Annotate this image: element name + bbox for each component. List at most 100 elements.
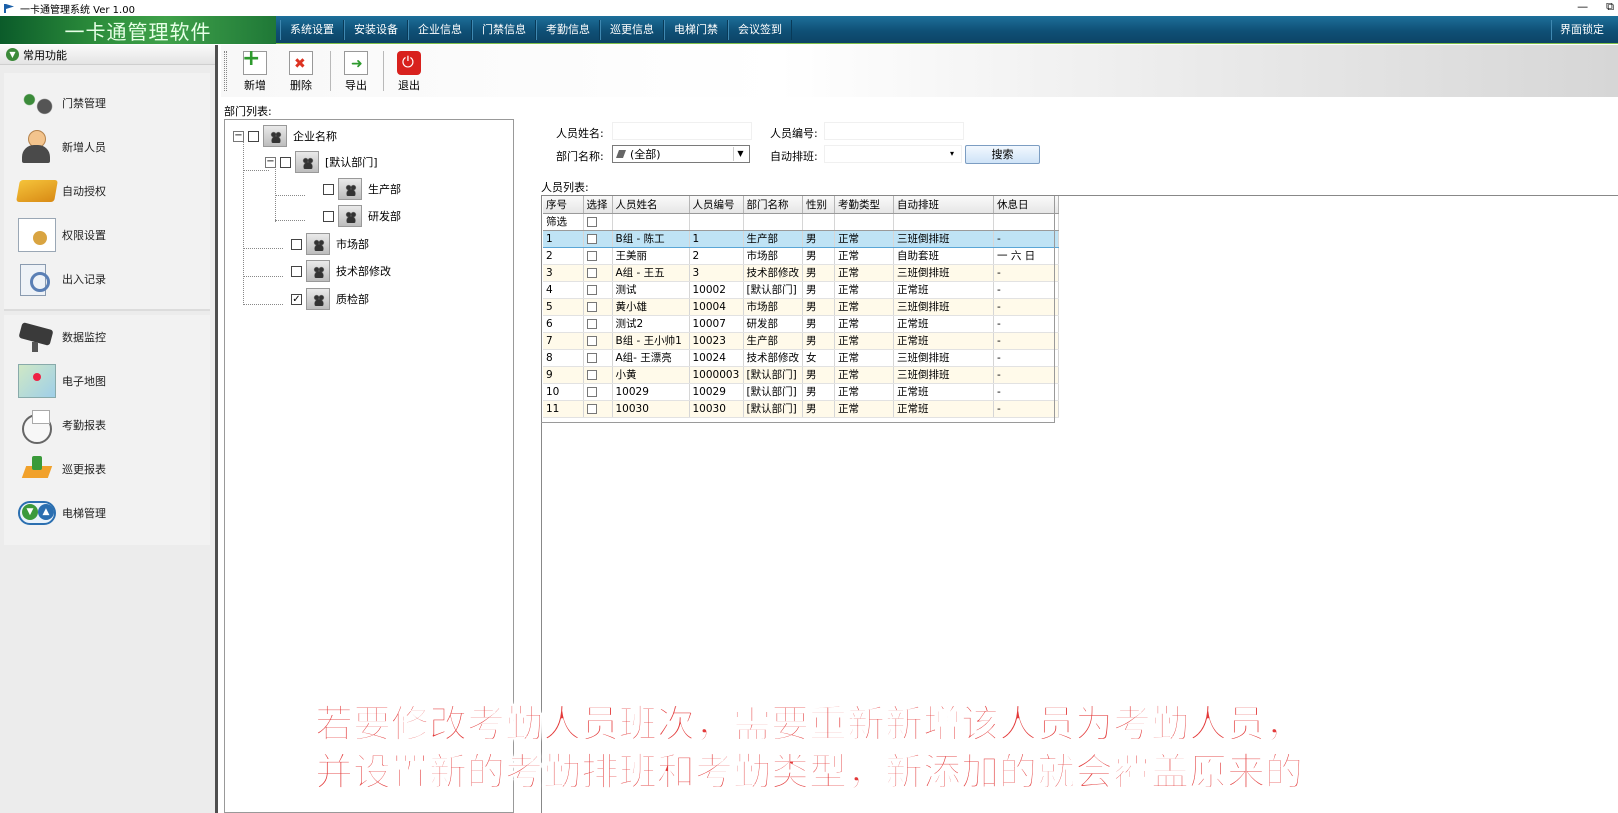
sidebar-item-e-map[interactable]: 电子地图 <box>4 359 210 403</box>
col-header-gender[interactable]: 性别 <box>802 196 835 214</box>
col-header-rest-day[interactable]: 休息日 <box>993 196 1059 214</box>
table-row[interactable]: 11 10030 10030 [默认部门] 男正常 正常班 - <box>543 400 1059 418</box>
filter-checkbox[interactable] <box>586 216 597 227</box>
tree-checkbox[interactable] <box>323 183 334 195</box>
export-button[interactable]: 导出 <box>334 49 378 95</box>
filter-cell[interactable] <box>743 213 803 231</box>
table-row[interactable]: 2 王美丽 2 市场部男正常 自助套班一 六 日 <box>543 247 1059 265</box>
lock-interface-button[interactable]: 界面锁定 <box>1551 20 1612 40</box>
dept-select[interactable]: (全部) ▼ <box>612 145 750 163</box>
search-button[interactable]: 搜索 <box>965 145 1040 164</box>
row-checkbox[interactable] <box>586 284 597 295</box>
cell-select[interactable] <box>583 315 613 333</box>
tree-node-tech[interactable]: 技术部修改 <box>291 260 391 282</box>
tree-node-qc[interactable]: ✓ 质检部 <box>291 288 369 310</box>
col-header-auto-shift[interactable]: 自动排班 <box>893 196 994 214</box>
minimize-button[interactable]: — <box>1577 0 1588 14</box>
sidebar-item-attendance-report[interactable]: 考勤报表 <box>4 403 210 447</box>
cell-select[interactable] <box>583 229 613 248</box>
tree-node-root[interactable]: − 企业名称 <box>233 125 337 147</box>
cell-select[interactable] <box>583 247 613 265</box>
col-header-id[interactable]: 人员编号 <box>689 196 744 214</box>
table-row[interactable]: 6 测试2 10007 研发部男正常 正常班 - <box>543 315 1059 333</box>
sidebar-item-permission[interactable]: 权限设置 <box>4 213 210 257</box>
cell-select[interactable] <box>583 383 613 401</box>
cell-select[interactable] <box>583 281 613 299</box>
menu-elevator-access[interactable]: 电梯门禁 <box>664 20 728 40</box>
sidebar-header[interactable]: ▼ 常用功能 <box>0 45 215 65</box>
menu-patrol-info[interactable]: 巡更信息 <box>600 20 664 40</box>
shift-select[interactable]: ▾ <box>824 145 962 163</box>
row-checkbox[interactable] <box>586 250 597 261</box>
col-header-attendance-type[interactable]: 考勤类型 <box>834 196 894 214</box>
tree-node-production[interactable]: 生产部 <box>323 178 401 200</box>
menu-meeting-signin[interactable]: 会议签到 <box>728 20 792 40</box>
tree-checkbox-checked[interactable]: ✓ <box>291 293 302 305</box>
col-header-dept[interactable]: 部门名称 <box>743 196 803 214</box>
tree-checkbox[interactable] <box>248 130 259 142</box>
col-header-select[interactable]: 选择 <box>583 196 613 214</box>
col-header-name[interactable]: 人员姓名 <box>612 196 690 214</box>
cell-select[interactable] <box>583 349 613 367</box>
restore-button[interactable]: ⧉ <box>1606 0 1614 14</box>
exit-button[interactable]: 退出 <box>387 49 431 95</box>
row-checkbox[interactable] <box>586 369 597 380</box>
sidebar-item-door-control[interactable]: 门禁管理 <box>4 81 210 125</box>
menu-attendance-info[interactable]: 考勤信息 <box>536 20 600 40</box>
collapse-node-icon[interactable]: − <box>265 156 276 168</box>
filter-cell[interactable] <box>993 213 1059 231</box>
table-row[interactable]: 7 B组 - 王小帅1 10023 生产部男正常 正常班 - <box>543 332 1059 350</box>
filter-cell[interactable] <box>834 213 894 231</box>
row-checkbox[interactable] <box>586 335 597 346</box>
row-checkbox[interactable] <box>586 352 597 363</box>
add-button[interactable]: 新增 <box>233 46 277 95</box>
sidebar-item-data-monitor[interactable]: 数据监控 <box>4 315 210 359</box>
sidebar-item-elevator[interactable]: 电梯管理 <box>4 491 210 535</box>
filter-select-cell[interactable] <box>583 213 613 231</box>
tree-checkbox[interactable] <box>291 265 302 277</box>
tree-node-market[interactable]: 市场部 <box>291 233 369 255</box>
row-checkbox[interactable] <box>586 233 597 244</box>
id-input[interactable] <box>824 122 964 140</box>
table-row[interactable]: 10 10029 10029 [默认部门] 男正常 正常班 - <box>543 383 1059 401</box>
filter-cell[interactable] <box>689 213 744 231</box>
row-checkbox[interactable] <box>586 318 597 329</box>
tree-checkbox[interactable] <box>291 238 302 250</box>
filter-cell[interactable] <box>802 213 835 231</box>
name-input[interactable] <box>612 122 752 140</box>
menu-install-device[interactable]: 安装设备 <box>344 20 408 40</box>
tree-checkbox[interactable] <box>323 210 334 222</box>
sidebar-item-patrol-report[interactable]: 巡更报表 <box>4 447 210 491</box>
table-row[interactable]: 1 B组 - 陈工 1 生产部男正常 三班倒排班 - <box>543 229 1059 248</box>
delete-button[interactable]: 删除 <box>279 49 323 95</box>
table-row[interactable]: 9 小黄 1000003 [默认部门] 男正常 三班倒排班 - <box>543 366 1059 384</box>
filter-cell[interactable] <box>893 213 994 231</box>
sidebar-item-auto-authorize[interactable]: 自动授权 <box>4 169 210 213</box>
chevron-down-icon[interactable]: ▾ <box>945 147 959 161</box>
table-row[interactable]: 8 A组- 王漂亮 10024 技术部修改女正常 三班倒排班 - <box>543 349 1059 367</box>
tree-node-default-dept[interactable]: − [默认部门] <box>265 151 378 173</box>
table-row[interactable]: 5 黄小雄 10004 市场部男正常 三班倒排班 - <box>543 298 1059 316</box>
cell-select[interactable] <box>583 400 613 418</box>
menu-system-settings[interactable]: 系统设置 <box>280 20 344 40</box>
menu-access-info[interactable]: 门禁信息 <box>472 20 536 40</box>
row-checkbox[interactable] <box>586 301 597 312</box>
collapse-icon[interactable]: ▼ <box>6 48 19 61</box>
cell-select[interactable] <box>583 298 613 316</box>
row-checkbox[interactable] <box>586 386 597 397</box>
chevron-down-icon[interactable]: ▼ <box>733 147 747 161</box>
tree-node-rnd[interactable]: 研发部 <box>323 205 401 227</box>
collapse-node-icon[interactable]: − <box>233 130 244 142</box>
menu-company-info[interactable]: 企业信息 <box>408 20 472 40</box>
row-checkbox[interactable] <box>586 403 597 414</box>
filter-cell[interactable] <box>612 213 690 231</box>
toolbar-grip[interactable] <box>224 51 227 91</box>
tree-checkbox[interactable] <box>280 156 291 168</box>
row-checkbox[interactable] <box>586 267 597 278</box>
cell-select[interactable] <box>583 366 613 384</box>
col-header-seq[interactable]: 序号 <box>543 196 584 214</box>
cell-select[interactable] <box>583 264 613 282</box>
cell-select[interactable] <box>583 332 613 350</box>
table-row[interactable]: 3 A组 - 王五 3 技术部修改男正常 三班倒排班 - <box>543 264 1059 282</box>
table-row[interactable]: 4 测试 10002 [默认部门] 男正常 正常班 - <box>543 281 1059 299</box>
